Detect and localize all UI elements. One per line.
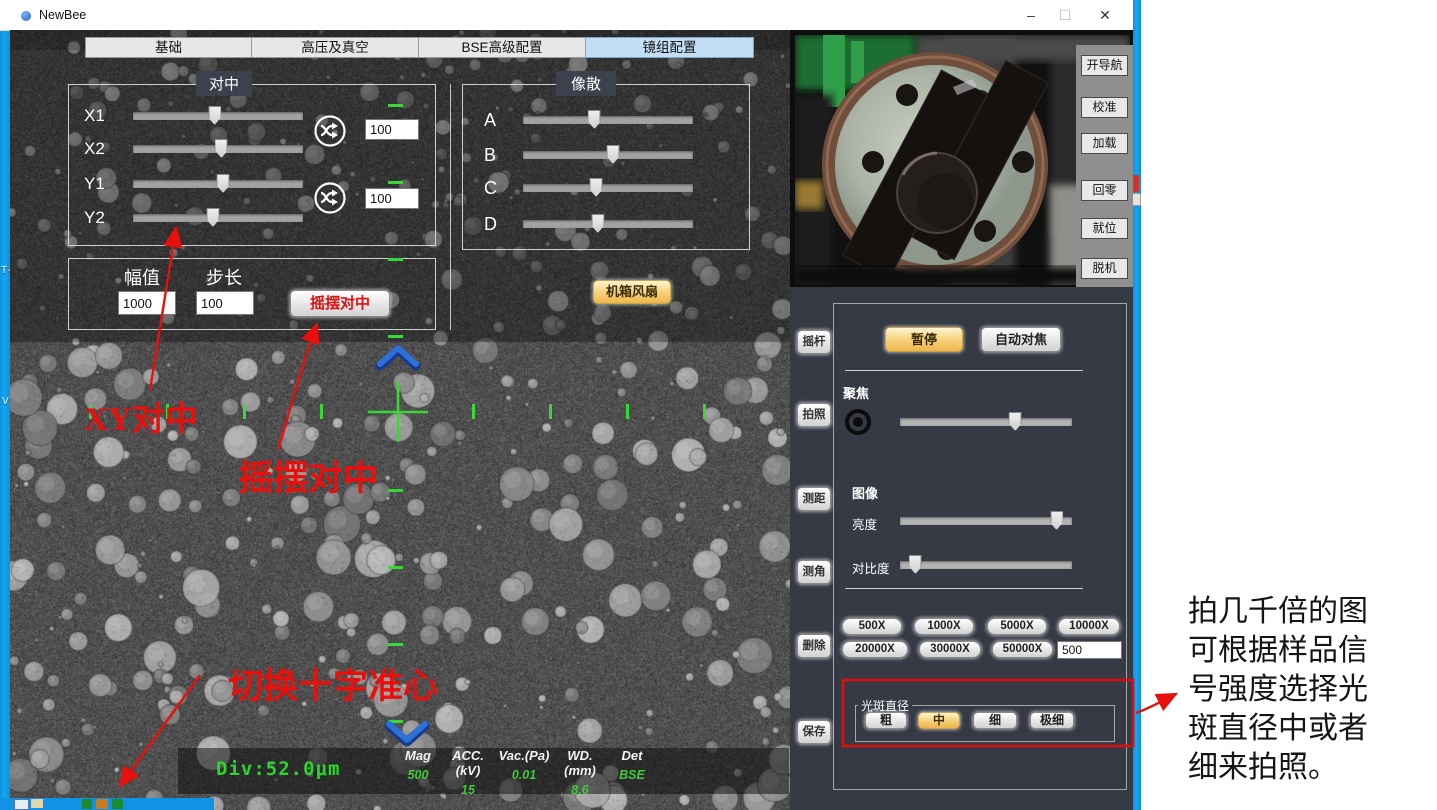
mag-30000x-button[interactable]: 30000X — [919, 641, 981, 658]
screen: T· V M NewBee – ☐ ✕ Div:52.0μm Mag500 AC… — [0, 0, 1437, 810]
measure-angle-button[interactable]: 测角 — [797, 560, 831, 584]
astig-d-label: D — [484, 214, 497, 235]
mag-20000x-button[interactable]: 20000X — [842, 641, 908, 658]
delete-button[interactable]: 删除 — [797, 634, 831, 658]
tab-hv-vacuum[interactable]: 高压及真空 — [251, 37, 419, 58]
desktop-edge-right — [1133, 0, 1141, 810]
focus-slider[interactable] — [900, 418, 1072, 426]
spot-medium-button[interactable]: 中 — [918, 712, 960, 729]
save-button[interactable]: 保存 — [797, 720, 831, 744]
taskbar-icon[interactable] — [82, 799, 92, 809]
spot-coarse-button[interactable]: 粗 — [865, 712, 907, 729]
snapshot-button[interactable]: 拍照 — [797, 403, 831, 427]
taskbar-start-icon[interactable] — [14, 799, 29, 810]
astig-c-label: C — [484, 178, 497, 199]
tab-bse-advanced[interactable]: BSE高级配置 — [418, 37, 586, 58]
spot-fine-button[interactable]: 细 — [973, 712, 1017, 729]
title-bar — [0, 0, 1133, 31]
app-icon — [21, 11, 31, 21]
tab-lens-config[interactable]: 镜组配置 — [585, 37, 754, 58]
wobble-y-input[interactable] — [365, 188, 419, 209]
x1-slider[interactable] — [133, 112, 303, 120]
autofocus-button[interactable]: 自动对焦 — [981, 327, 1061, 352]
joystick-button[interactable]: 摇杆 — [797, 330, 831, 354]
nav-calibrate-button[interactable]: 校准 — [1081, 97, 1128, 118]
measure-distance-button[interactable]: 测距 — [797, 487, 831, 511]
tab-basic[interactable]: 基础 — [85, 37, 252, 58]
status-col-wd: WD.(mm)8.6 — [552, 748, 608, 794]
annotation-toggle-crosshair: 切换十字准心 — [228, 658, 438, 709]
amplitude-input[interactable] — [118, 291, 176, 315]
nav-open-navigation-button[interactable]: 开导航 — [1081, 55, 1128, 76]
taskbar-icon[interactable] — [31, 799, 43, 808]
focus-label: 聚焦 — [843, 383, 869, 402]
mag-1000x-button[interactable]: 1000X — [914, 618, 974, 635]
panel-separator — [450, 84, 451, 330]
contrast-slider[interactable] — [900, 561, 1072, 569]
x2-slider[interactable] — [133, 145, 303, 153]
desktop-label: V — [2, 396, 9, 407]
wobble-centering-button[interactable]: 摇摆对中 — [290, 290, 390, 317]
status-col-acc: ACC.(kV)15 — [440, 748, 496, 794]
minimize-button[interactable]: – — [1018, 5, 1044, 25]
astigmatism-group-title: 像散 — [556, 71, 616, 96]
x1-label: X1 — [84, 106, 105, 126]
brightness-label: 亮度 — [852, 514, 877, 533]
centering-group-title: 对中 — [196, 71, 252, 96]
astig-a-label: A — [484, 110, 496, 131]
brightness-slider[interactable] — [900, 517, 1072, 525]
close-button[interactable]: ✕ — [1092, 5, 1118, 25]
step-input[interactable] — [196, 291, 254, 315]
mag-500x-button[interactable]: 500X — [842, 618, 902, 635]
wobble-x-input[interactable] — [365, 119, 419, 140]
divider — [845, 370, 1083, 371]
y2-slider[interactable] — [133, 214, 303, 222]
astig-b-slider[interactable] — [523, 151, 693, 159]
taskbar-icon[interactable] — [112, 799, 123, 809]
image-section-label: 图像 — [852, 483, 878, 502]
wobble-y-icon[interactable] — [313, 181, 347, 215]
astig-c-slider[interactable] — [523, 184, 693, 192]
annotation-xy-centering: XY对中 — [84, 392, 198, 440]
astig-d-slider[interactable] — [523, 220, 693, 228]
mag-5000x-button[interactable]: 5000X — [987, 618, 1047, 635]
nav-in-position-button[interactable]: 就位 — [1081, 218, 1128, 239]
nav-home-button[interactable]: 回零 — [1081, 180, 1128, 201]
astig-b-label: B — [484, 145, 496, 166]
window-title: NewBee — [39, 8, 86, 22]
chassis-fan-button[interactable]: 机箱风扇 — [593, 280, 671, 304]
astig-a-slider[interactable] — [523, 116, 693, 124]
taskbar — [0, 798, 214, 810]
y1-label: Y1 — [84, 174, 105, 194]
mag-50000x-button[interactable]: 50000X — [992, 641, 1053, 658]
wobble-x-icon[interactable] — [313, 114, 347, 148]
y1-slider[interactable] — [133, 180, 303, 188]
pause-button[interactable]: 暂停 — [885, 327, 963, 352]
contrast-label: 对比度 — [852, 558, 890, 577]
status-col-det: DetBSE — [610, 748, 654, 794]
y2-label: Y2 — [84, 208, 105, 228]
nav-load-button[interactable]: 加载 — [1081, 133, 1128, 154]
status-col-mag: Mag500 — [396, 748, 440, 794]
x2-label: X2 — [84, 139, 105, 159]
mag-input[interactable] — [1057, 641, 1122, 659]
divider — [845, 588, 1083, 589]
divergence-readout: Div:52.0μm — [216, 758, 340, 780]
nav-button-column: 开导航 校准 加载 回零 就位 脱机 — [1076, 45, 1133, 287]
taskbar-icon[interactable] — [96, 799, 108, 809]
nav-offline-button[interactable]: 脱机 — [1081, 258, 1128, 279]
amplitude-label: 幅值 — [124, 264, 160, 290]
side-note: 拍几千倍的图 可根据样品信 号强度选择光 斑直径中或者 细来拍照。 — [1188, 592, 1368, 787]
status-col-vac: Vac.(Pa)0.01 — [496, 748, 552, 794]
maximize-button[interactable]: ☐ — [1052, 5, 1078, 25]
annotation-wobble-centering: 摇摆对中 — [238, 450, 378, 501]
spot-extra-fine-button[interactable]: 极细 — [1030, 712, 1074, 729]
focus-target-icon[interactable] — [845, 409, 871, 435]
step-label: 步长 — [206, 264, 242, 290]
mag-10000x-button[interactable]: 10000X — [1058, 618, 1120, 635]
status-bar: Div:52.0μm Mag500 ACC.(kV)15 Vac.(Pa)0.0… — [178, 748, 789, 794]
